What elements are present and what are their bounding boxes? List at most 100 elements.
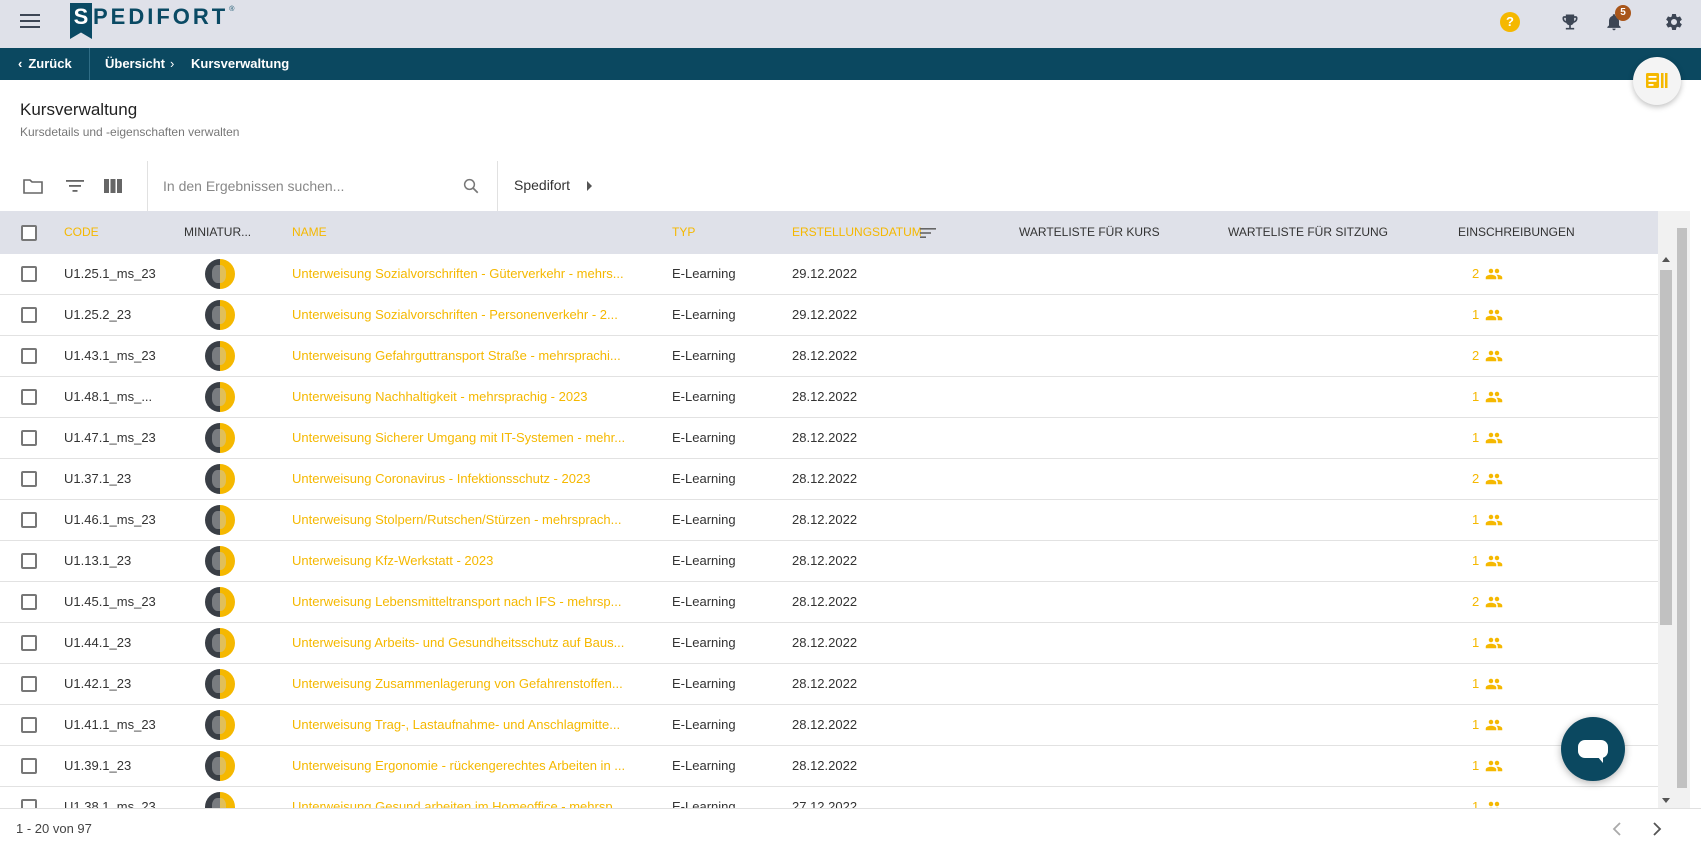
column-header-waitlist-session[interactable]: WARTELISTE FÜR SITZUNG	[1228, 211, 1388, 254]
people-icon[interactable]	[1484, 675, 1504, 693]
table-row[interactable]: U1.25.1_ms_23 Unterweisung Sozialvorschri…	[0, 254, 1658, 295]
enrollment-count[interactable]: 2	[1472, 336, 1479, 376]
table-row[interactable]: U1.46.1_ms_23 Unterweisung Stolpern/Rutsc…	[0, 500, 1658, 541]
row-checkbox[interactable]	[21, 430, 37, 446]
folder-icon[interactable]	[21, 174, 45, 198]
table-row[interactable]: U1.38.1_ms_23 Unterweisung Gesund arbeite…	[0, 787, 1658, 808]
scroll-down-arrow-icon[interactable]	[1662, 798, 1670, 803]
row-checkbox[interactable]	[21, 799, 37, 808]
course-name-link[interactable]: Unterweisung Nachhaltigkeit - mehrsprach…	[292, 377, 637, 417]
menu-icon[interactable]	[20, 14, 40, 30]
row-checkbox[interactable]	[21, 471, 37, 487]
enrollment-count[interactable]: 1	[1472, 541, 1479, 581]
people-icon[interactable]	[1484, 757, 1504, 775]
people-icon[interactable]	[1484, 429, 1504, 447]
organization-selector[interactable]: Spedifort	[514, 177, 570, 193]
table-row[interactable]: U1.42.1_23 Unterweisung Zusammenlagerung …	[0, 664, 1658, 705]
table-row[interactable]: U1.44.1_23 Unterweisung Arbeits- und Gesu…	[0, 623, 1658, 664]
course-name-link[interactable]: Unterweisung Lebensmitteltransport nach …	[292, 582, 637, 622]
table-row[interactable]: U1.41.1_ms_23 Unterweisung Trag-, Lastauf…	[0, 705, 1658, 746]
search-input[interactable]	[163, 173, 453, 199]
course-name-link[interactable]: Unterweisung Arbeits- und Gesundheitssch…	[292, 623, 637, 663]
row-checkbox[interactable]	[21, 348, 37, 364]
chevron-right-icon[interactable]	[1648, 821, 1664, 837]
enrollment-count[interactable]: 1	[1472, 418, 1479, 458]
chat-button[interactable]	[1561, 717, 1625, 781]
column-header-waitlist-course[interactable]: WARTELISTE FÜR KURS	[1019, 211, 1160, 254]
row-checkbox[interactable]	[21, 266, 37, 282]
table-row[interactable]: U1.47.1_ms_23 Unterweisung Sicherer Umgan…	[0, 418, 1658, 459]
row-checkbox[interactable]	[21, 594, 37, 610]
course-name-link[interactable]: Unterweisung Sicherer Umgang mit IT-Syst…	[292, 418, 637, 458]
column-header-created[interactable]: ERSTELLUNGSDATUM	[792, 211, 922, 254]
enrollment-count[interactable]: 2	[1472, 254, 1479, 294]
table-row[interactable]: U1.25.2_23 Unterweisung Sozialvorschrifte…	[0, 295, 1658, 336]
column-header-enrollments[interactable]: EINSCHREIBUNGEN	[1458, 211, 1575, 254]
people-icon[interactable]	[1484, 634, 1504, 652]
people-icon[interactable]	[1484, 470, 1504, 488]
column-header-name[interactable]: NAME	[292, 211, 327, 254]
table-row[interactable]: U1.45.1_ms_23 Unterweisung Lebensmitteltr…	[0, 582, 1658, 623]
people-icon[interactable]	[1484, 265, 1504, 283]
people-icon[interactable]	[1484, 798, 1504, 808]
enrollment-count[interactable]: 1	[1472, 746, 1479, 786]
course-name-link[interactable]: Unterweisung Sozialvorschriften - Güterv…	[292, 254, 637, 294]
course-name-link[interactable]: Unterweisung Gesund arbeiten im Homeoffi…	[292, 787, 637, 808]
people-icon[interactable]	[1484, 347, 1504, 365]
table-row[interactable]: U1.43.1_ms_23 Unterweisung Gefahrguttrans…	[0, 336, 1658, 377]
gear-icon[interactable]	[1664, 12, 1684, 32]
enrollment-count[interactable]: 1	[1472, 500, 1479, 540]
table-scrollbar-thumb[interactable]	[1660, 270, 1672, 625]
people-icon[interactable]	[1484, 306, 1504, 324]
column-header-type[interactable]: TYP	[672, 211, 695, 254]
table-row[interactable]: U1.37.1_23 Unterweisung Coronavirus - Inf…	[0, 459, 1658, 500]
enrollment-count[interactable]: 2	[1472, 459, 1479, 499]
column-header-code[interactable]: CODE	[64, 211, 99, 254]
row-checkbox[interactable]	[21, 389, 37, 405]
select-all-checkbox[interactable]	[21, 225, 37, 241]
people-icon[interactable]	[1484, 511, 1504, 529]
course-name-link[interactable]: Unterweisung Kfz-Werkstatt - 2023	[292, 541, 637, 581]
column-header-thumbnail[interactable]: MINIATUR...	[184, 211, 251, 254]
row-checkbox[interactable]	[21, 553, 37, 569]
trophy-icon[interactable]	[1560, 12, 1580, 32]
help-icon[interactable]: ?	[1500, 12, 1520, 32]
caret-right-icon[interactable]	[587, 181, 592, 191]
enrollment-count[interactable]: 2	[1472, 582, 1479, 622]
row-checkbox[interactable]	[21, 676, 37, 692]
chevron-left-icon[interactable]	[1610, 821, 1626, 837]
enrollment-count[interactable]: 1	[1472, 787, 1479, 808]
row-checkbox[interactable]	[21, 758, 37, 774]
people-icon[interactable]	[1484, 716, 1504, 734]
breadcrumb-item-overview[interactable]: Übersicht	[105, 48, 165, 80]
enrollment-count[interactable]: 1	[1472, 295, 1479, 335]
enrollment-count[interactable]: 1	[1472, 377, 1479, 417]
row-checkbox[interactable]	[21, 512, 37, 528]
course-name-link[interactable]: Unterweisung Coronavirus - Infektionssch…	[292, 459, 637, 499]
enrollment-count[interactable]: 1	[1472, 705, 1479, 745]
logo[interactable]: S PEDIFORT ®	[70, 3, 234, 39]
table-row[interactable]: U1.13.1_23 Unterweisung Kfz-Werkstatt - 2…	[0, 541, 1658, 582]
table-row[interactable]: U1.39.1_23 Unterweisung Ergonomie - rücke…	[0, 746, 1658, 787]
back-button[interactable]: ‹ Zurück	[18, 48, 72, 80]
table-row[interactable]: U1.48.1_ms_... Unterweisung Nachhaltigkei…	[0, 377, 1658, 418]
people-icon[interactable]	[1484, 388, 1504, 406]
course-name-link[interactable]: Unterweisung Ergonomie - rückengerechtes…	[292, 746, 637, 786]
row-checkbox[interactable]	[21, 717, 37, 733]
row-checkbox[interactable]	[21, 635, 37, 651]
filter-icon[interactable]	[63, 174, 87, 198]
enrollment-count[interactable]: 1	[1472, 623, 1479, 663]
row-checkbox[interactable]	[21, 307, 37, 323]
search-icon[interactable]	[462, 177, 480, 195]
course-name-link[interactable]: Unterweisung Trag-, Lastaufnahme- und An…	[292, 705, 637, 745]
enrollment-count[interactable]: 1	[1472, 664, 1479, 704]
course-name-link[interactable]: Unterweisung Sozialvorschriften - Person…	[292, 295, 637, 335]
course-name-link[interactable]: Unterweisung Gefahrguttransport Straße -…	[292, 336, 637, 376]
columns-icon[interactable]	[101, 174, 125, 198]
people-icon[interactable]	[1484, 552, 1504, 570]
page-scrollbar-thumb[interactable]	[1677, 228, 1687, 788]
sort-icon[interactable]	[920, 227, 936, 239]
course-catalog-button[interactable]	[1633, 57, 1681, 105]
scroll-up-arrow-icon[interactable]	[1662, 257, 1670, 262]
course-name-link[interactable]: Unterweisung Stolpern/Rutschen/Stürzen -…	[292, 500, 637, 540]
